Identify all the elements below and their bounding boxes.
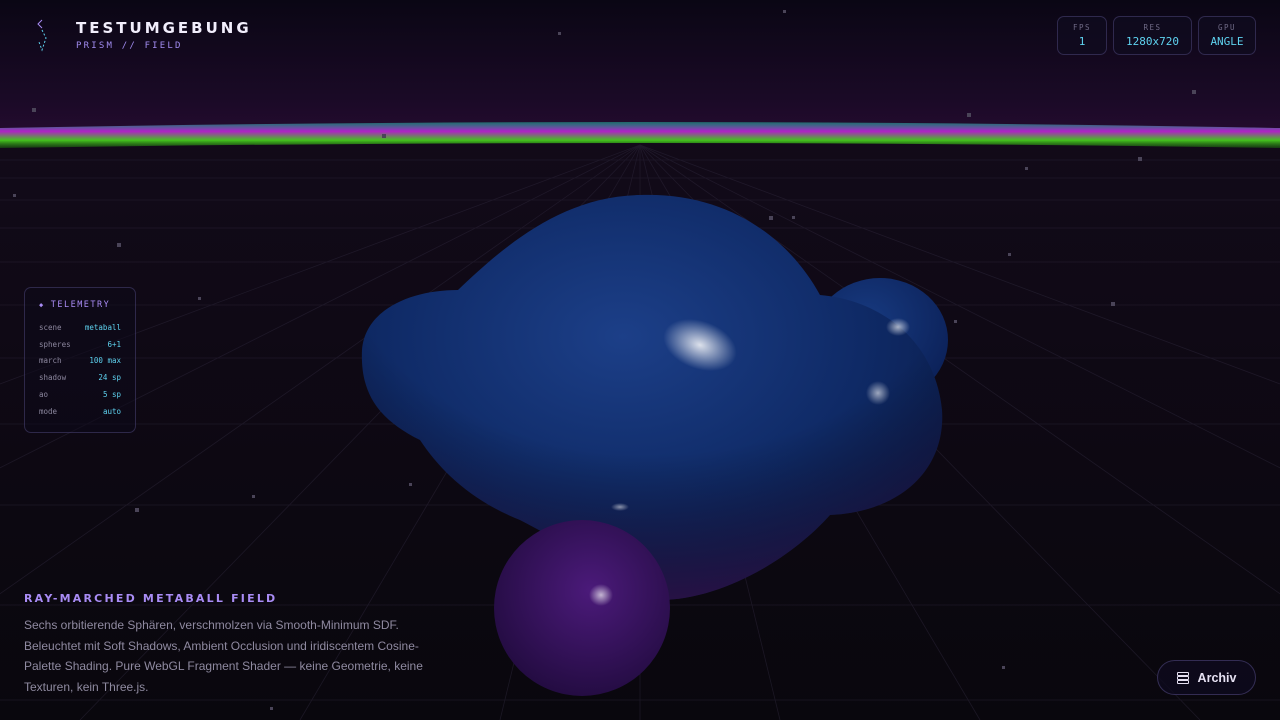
description-text: Sechs orbitierende Sphären, verschmolzen…	[24, 618, 423, 694]
telemetry-row: mode auto	[39, 403, 121, 420]
telemetry-key: mode	[39, 406, 58, 416]
telemetry-header: ◆ TELEMETRY	[39, 300, 121, 310]
stats-bar: FPS 1 RES 1280x720 GPU ANGLE	[1057, 16, 1256, 55]
telemetry-key: scene	[39, 322, 62, 332]
telemetry-panel: ◆ TELEMETRY scene metaball spheres 6+1 m…	[24, 287, 136, 433]
stat-gpu: GPU ANGLE	[1198, 16, 1256, 55]
telemetry-value: auto	[102, 406, 121, 416]
telemetry-value: 100 max	[89, 356, 121, 366]
prism-logo-icon	[37, 19, 47, 52]
app-subtitle: PRISM // FIELD	[76, 41, 183, 51]
app-title: TESTUMGEBUNG	[76, 19, 252, 37]
stat-value: 1	[1078, 35, 1086, 48]
stat-res: RES 1280x720	[1113, 16, 1192, 55]
database-icon	[1176, 671, 1189, 684]
stat-value: ANGLE	[1210, 35, 1244, 48]
telemetry-key: spheres	[39, 339, 71, 349]
telemetry-value: metaball	[84, 322, 121, 332]
telemetry-key: ao	[39, 390, 49, 400]
telemetry-value: 24 sp	[98, 373, 121, 383]
telemetry-title: TELEMETRY	[50, 300, 111, 310]
telemetry-row: march 100 max	[39, 353, 121, 370]
stat-value: 1280x720	[1126, 35, 1179, 48]
telemetry-row: scene metaball	[39, 319, 121, 336]
description-title: Ray-marched Metaball Field	[24, 592, 278, 605]
scene-description: Ray-marched Metaball Field Sechs orbitie…	[24, 592, 454, 697]
stat-label: GPU	[1217, 23, 1237, 32]
stat-label: FPS	[1072, 23, 1092, 32]
brand: TESTUMGEBUNG PRISM // FIELD	[36, 18, 252, 52]
stat-fps: FPS 1	[1057, 16, 1107, 55]
telemetry-row: spheres 6+1	[39, 336, 121, 353]
telemetry-row: ao 5 sp	[39, 386, 121, 403]
diamond-icon: ◆	[39, 301, 45, 309]
telemetry-value: 6+1	[107, 339, 121, 349]
telemetry-key: shadow	[39, 373, 67, 383]
telemetry-key: march	[39, 356, 62, 366]
stat-label: RES	[1143, 23, 1162, 32]
telemetry-row: shadow 24 sp	[39, 369, 121, 386]
archive-button[interactable]: Archiv	[1157, 660, 1256, 695]
archive-label: Archiv	[1197, 670, 1237, 685]
telemetry-value: 5 sp	[102, 390, 121, 400]
